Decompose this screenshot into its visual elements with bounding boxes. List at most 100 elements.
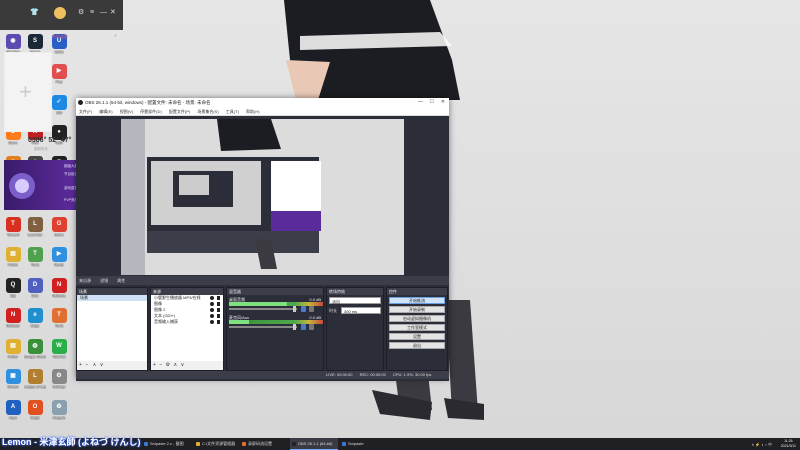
scene-item[interactable]: 场景 [77,295,147,301]
properties-button[interactable]: 属性 [117,278,125,283]
desktop-icon[interactable]: T Tencent [2,216,24,246]
speaker-icon[interactable] [301,324,306,330]
system-tray[interactable]: ∧ ⚡ ◖ ♪ 中 [751,442,772,448]
source-toolbar[interactable]: 来自源 滤镜 属性 [76,276,449,285]
minimize-icon[interactable]: — [100,9,107,17]
user-avatar[interactable] [54,7,66,19]
desktop-icon-label: Origin [30,415,40,420]
filters-button[interactable]: 滤镜 [100,278,108,283]
duration-input[interactable]: 300 ms [341,307,381,314]
desktop-icon[interactable]: W WeChat [48,338,70,368]
desktop-icon[interactable]: QQQ [2,277,24,307]
desktop-icon-label: Tools [30,263,40,267]
speaker-icon[interactable] [301,306,306,312]
close-icon[interactable]: ✕ [441,98,445,107]
eye-icon[interactable] [210,296,214,300]
source-item[interactable]: 音频输入捕获 [151,319,223,325]
add-source-area[interactable]: + [4,52,52,132]
recorder-titlebar[interactable]: 👕 ⚙ ≡ — ✕ [0,0,123,30]
exit-button[interactable]: 退出 [389,342,445,349]
eye-icon[interactable] [210,320,214,324]
desktop-icon[interactable]: ◍Google Chrome [24,338,46,368]
menu-profile[interactable]: 配置文件(P) [169,109,190,114]
add-source-icon[interactable]: + [153,362,156,368]
gear-icon[interactable]: ⚙ [166,362,170,368]
taskbar-clock[interactable]: 11:26 2021/3/11 [781,439,796,449]
eye-icon[interactable] [210,308,214,312]
taskbar-item[interactable]: OBS 26.1.1 (64-bit) [290,438,338,450]
desktop-icon[interactable]: N NetEase [48,277,70,307]
desktop-icon[interactable]: D Disc [24,277,46,307]
lock-icon[interactable] [217,308,220,312]
desktop-icon[interactable]: ▶ Media [48,246,70,276]
studio-mode-button[interactable]: 工作室模式 [389,324,445,331]
move-up-icon[interactable]: ∧ [174,362,178,368]
start-recording-button[interactable]: 开始录制 [389,306,445,313]
desktop-icon[interactable]: ♻ Recycle [48,399,70,429]
desktop-icon[interactable]: G Game [48,216,70,246]
menu-docks[interactable]: 停靠部件(D) [140,109,162,114]
desktop-icon[interactable]: T Tools [48,307,70,337]
maximize-icon[interactable]: ☐ [430,98,434,107]
desktop-icon[interactable]: T Tools [24,246,46,276]
start-streaming-button[interactable]: 开始推流 [389,297,445,304]
menu-scene-collection[interactable]: 场景集合(S) [197,109,218,114]
desktop-icon[interactable]: ⚙ Settings [48,368,70,398]
desktop-icon[interactable]: ▤ Folder [2,338,24,368]
move-down-icon[interactable]: ∨ [100,362,104,368]
menu-edit[interactable]: 编辑(E) [99,109,112,114]
settings-button[interactable]: 设置 [389,333,445,340]
lock-icon[interactable] [217,320,220,324]
sources-toolbar[interactable]: + − ⚙ ∧ ∨ [151,361,223,370]
move-up-icon[interactable]: ∧ [93,362,97,368]
obs-titlebar[interactable]: OBS 26.1.1 (64-bit, windows) - 配置文件: 未命名… [76,98,449,107]
eye-icon[interactable] [210,302,214,306]
lock-icon[interactable] [217,314,220,318]
remove-source-icon[interactable]: − [159,362,162,368]
shirt-icon[interactable]: 👕 [30,9,39,17]
scenes-list[interactable]: 场景 [77,295,147,361]
add-scene-icon[interactable]: + [79,362,82,368]
desktop-icon[interactable]: e Edge [24,307,46,337]
preview-canvas[interactable] [121,119,404,275]
gear-icon[interactable] [309,324,314,330]
remove-scene-icon[interactable]: − [85,362,88,368]
taskbar-item[interactable]: C:/文件资源管理器 [194,438,238,450]
menu-help[interactable]: 帮助(H) [246,109,260,114]
taskbar-item[interactable]: Snipaste 2.x - 截图 [142,438,194,450]
desktop-icon[interactable]: ▤ Folder [2,246,24,276]
gear-icon[interactable] [309,306,314,312]
taskbar-item[interactable]: Snipaste [340,438,370,450]
minimize-icon[interactable]: — [418,98,423,107]
menu-tools[interactable]: 工具(T) [226,109,239,114]
lock-icon[interactable] [217,296,220,300]
desktop-icon[interactable]: N NetEase [2,307,24,337]
scenes-toolbar[interactable]: + − ∧ ∨ [77,361,147,370]
obs-menubar[interactable]: 文件(F) 编辑(E) 视图(V) 停靠部件(D) 配置文件(P) 场景集合(S… [76,107,449,116]
close-icon[interactable]: ✕ [110,9,116,17]
desktop-icon[interactable]: O Origin [24,399,46,429]
tab-local-record[interactable]: 本地录屏 [52,34,68,40]
recorder-tabs[interactable]: 本地录屏 ⌕ [4,33,119,43]
volume-slider[interactable] [229,324,297,330]
menu-file[interactable]: 文件(F) [79,109,92,114]
volume-slider[interactable] [229,306,297,312]
duration-row: 时长 300 ms [329,307,381,315]
lock-icon[interactable] [217,302,220,306]
move-down-icon[interactable]: ∨ [181,362,185,368]
settings-icon[interactable]: ⚙ [78,9,84,17]
desktop-icon[interactable]: A Apex [2,399,24,429]
eye-icon[interactable] [210,314,214,318]
app-icon: T [5,216,21,232]
transition-select[interactable]: 淡出 [329,297,381,304]
search-icon[interactable]: ⌕ [114,33,117,39]
menu-icon[interactable]: ≡ [90,9,94,17]
obs-window[interactable]: OBS 26.1.1 (64-bit, windows) - 配置文件: 未命名… [76,98,449,381]
taskbar-item[interactable]: 录屏码流设置 [240,438,288,450]
sources-list[interactable]: 小鹿野生播放器 MP3/在线 图像 图像 2 文本 (GDI+) 音频输入捕获 [151,295,223,361]
desktop-icon[interactable]: LLeague of Legends [24,368,46,398]
menu-view[interactable]: 视图(V) [120,109,133,114]
desktop-icon[interactable]: L Launcher [24,216,46,246]
start-virtual-camera-button[interactable]: 启动虚拟摄像机 [389,315,445,322]
desktop-icon[interactable]: ▣ Screen [2,368,24,398]
